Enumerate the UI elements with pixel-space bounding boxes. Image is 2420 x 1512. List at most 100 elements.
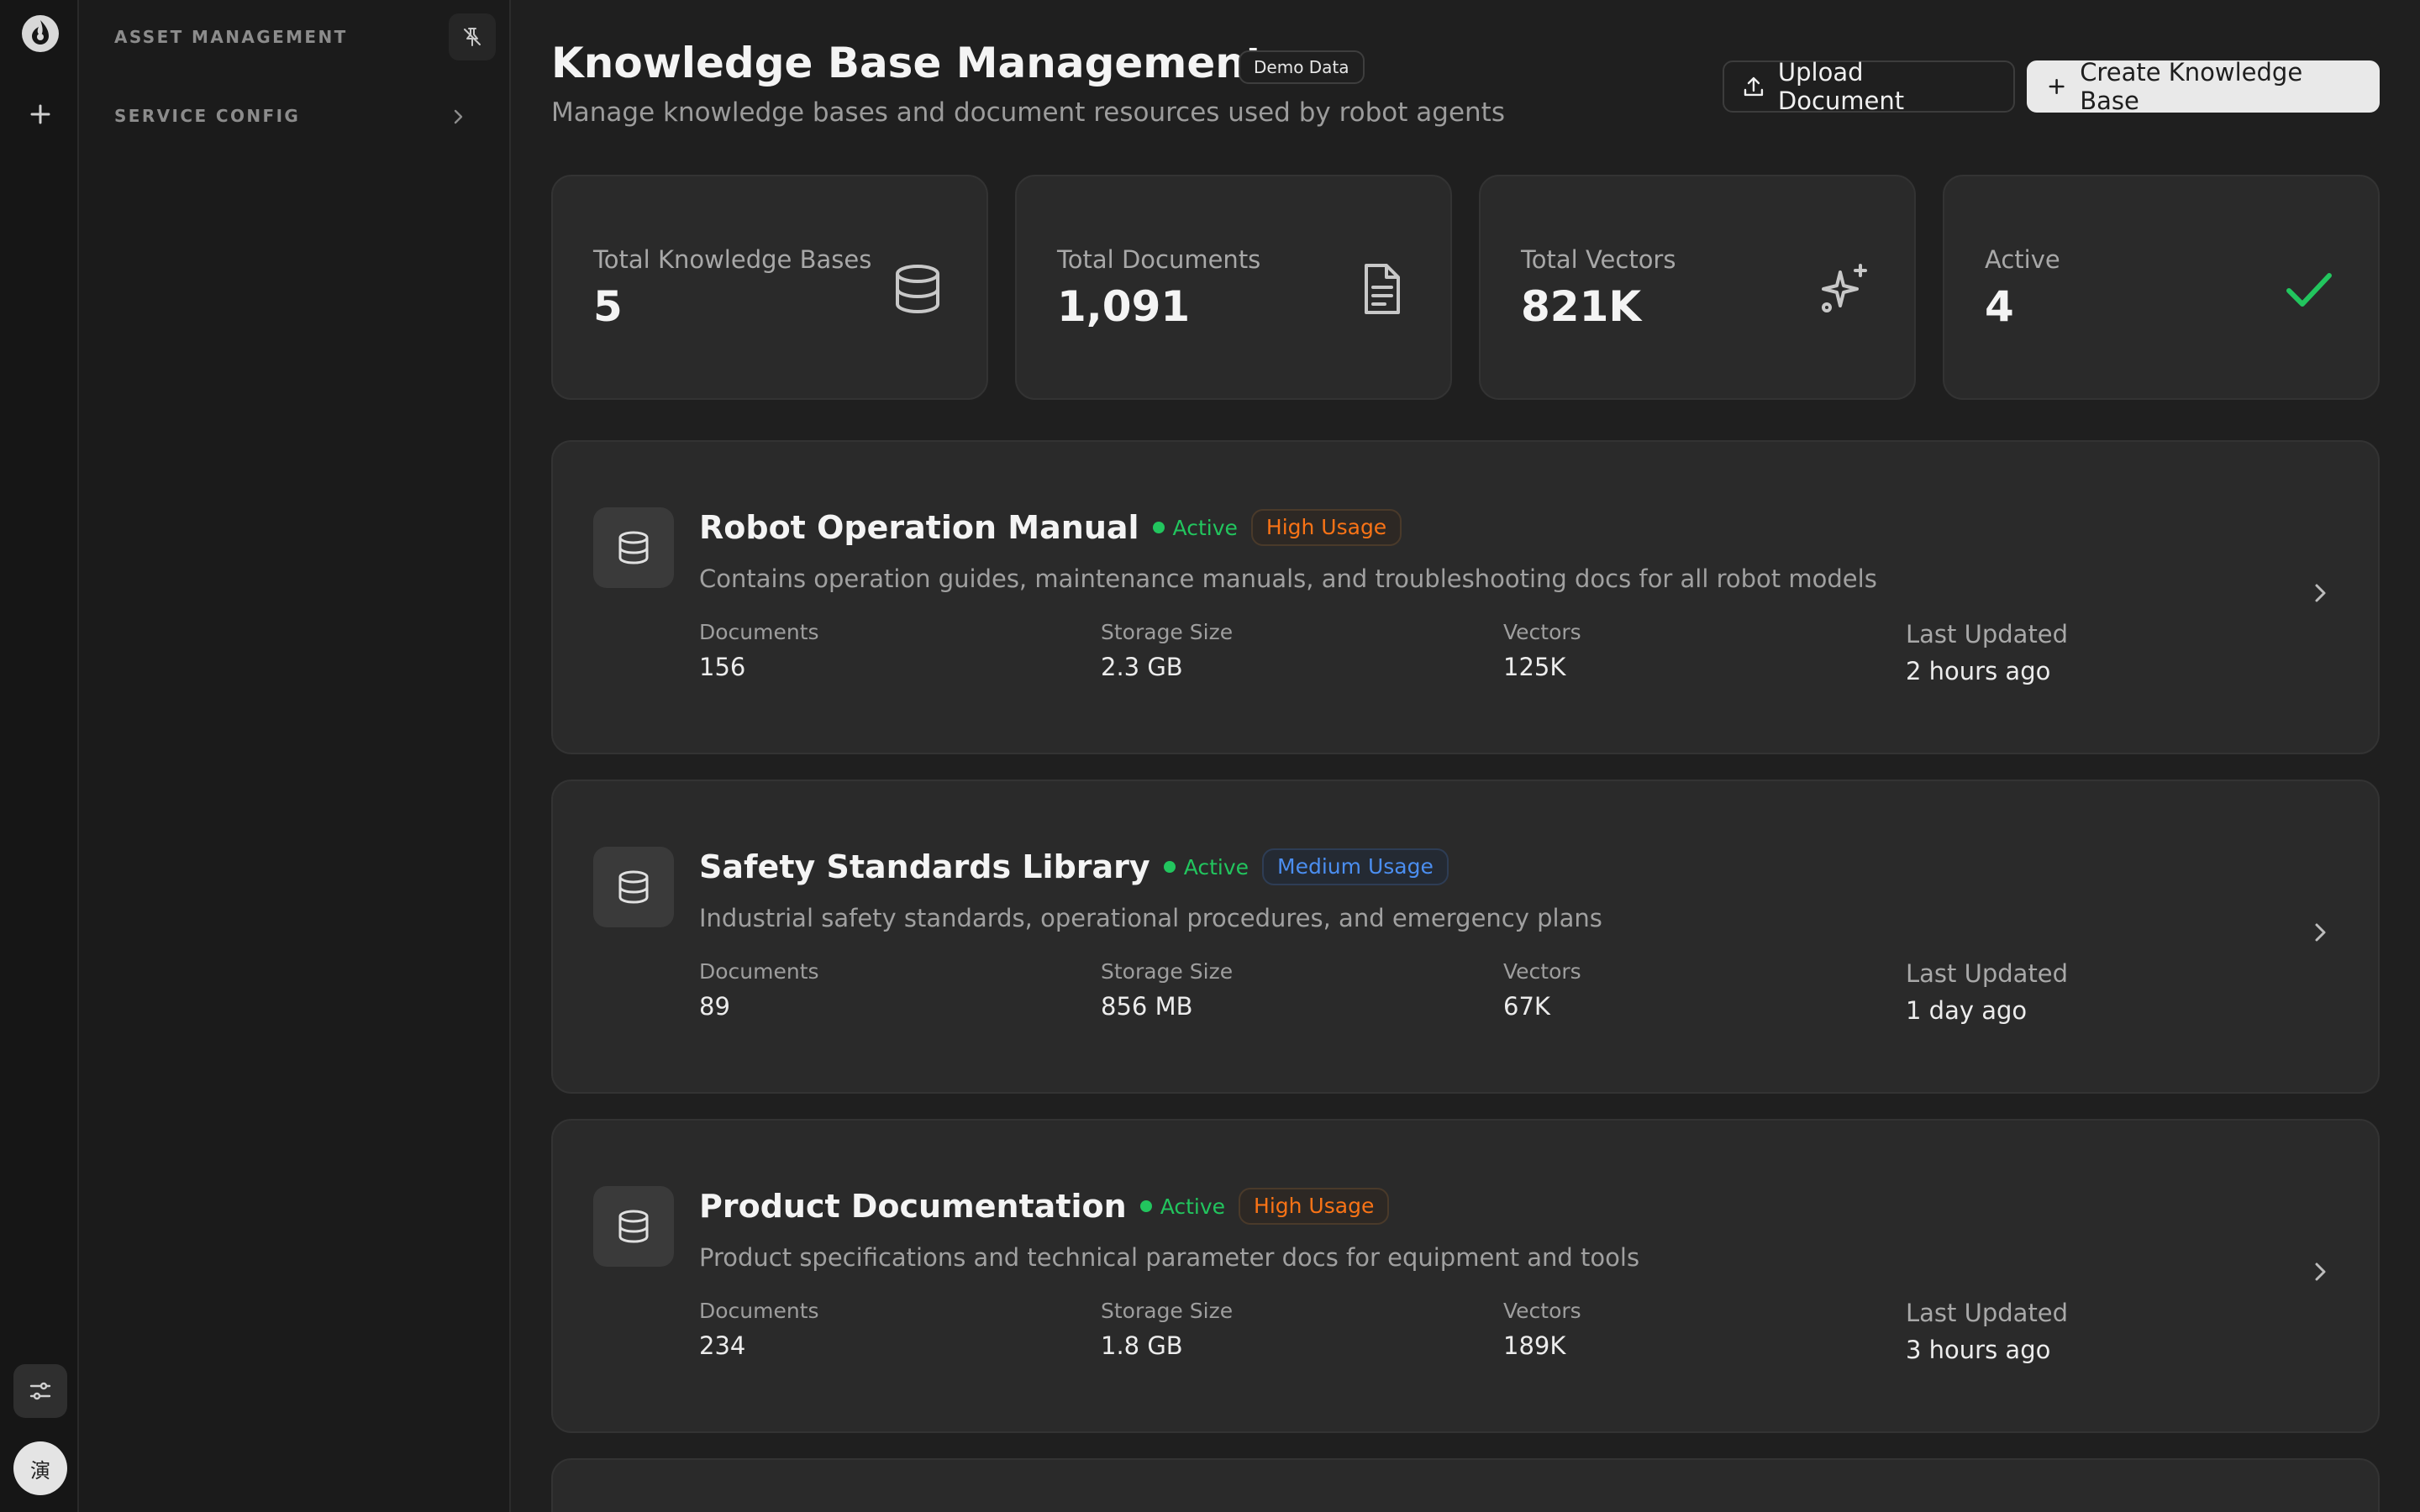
settings-sliders-button[interactable] xyxy=(13,1364,67,1418)
meta-label: Vectors xyxy=(1503,959,1581,984)
usage-badge: Medium Usage xyxy=(1262,848,1449,885)
chevron-right-icon[interactable] xyxy=(2311,917,2331,948)
meta-last-updated: Last Updated 3 hours ago xyxy=(1906,1299,2068,1364)
meta-label: Storage Size xyxy=(1101,1299,1234,1323)
app-root: 演 ASSET MANAGEMENT SERVICE CONFIG Knowle… xyxy=(0,0,2420,1512)
main-content: Knowledge Base Management Demo Data Mana… xyxy=(511,0,2420,1512)
unpin-sidebar-button[interactable] xyxy=(449,13,496,60)
status-badge: Active xyxy=(1163,855,1249,879)
user-avatar[interactable]: 演 xyxy=(13,1441,67,1495)
create-knowledge-base-button[interactable]: Create Knowledge Base xyxy=(2027,58,2380,115)
status-dot-icon xyxy=(1139,1200,1152,1212)
chevron-right-icon[interactable] xyxy=(449,104,469,129)
status-dot-icon xyxy=(1163,861,1176,873)
meta-label: Vectors xyxy=(1503,620,1581,644)
chevron-right-icon[interactable] xyxy=(2311,1257,2331,1287)
demo-data-badge: Demo Data xyxy=(1239,50,1365,84)
create-knowledge-base-label: Create Knowledge Base xyxy=(2080,58,2303,115)
icon-rail: 演 xyxy=(0,0,79,1512)
meta-label: Documents xyxy=(699,1299,819,1323)
knowledge-base-card[interactable] xyxy=(551,1458,2380,1512)
database-icon xyxy=(593,847,674,927)
meta-storage: Storage Size 1.8 GB xyxy=(1101,1299,1233,1360)
stat-value: 821K xyxy=(1521,282,1642,331)
knowledge-base-card[interactable]: Robot Operation Manual Active High Usage… xyxy=(551,440,2380,754)
upload-document-button[interactable]: Upload Document xyxy=(1723,58,2015,115)
meta-value: 1.8 GB xyxy=(1101,1331,1183,1360)
status-text: Active xyxy=(1160,1194,1226,1219)
stat-label: Total Documents xyxy=(1057,245,1261,274)
check-icon xyxy=(2281,260,2338,318)
meta-value: 189K xyxy=(1503,1331,1566,1360)
meta-value: 67K xyxy=(1503,992,1550,1021)
meta-vectors: Vectors 189K xyxy=(1503,1299,1581,1360)
nav-section-asset-management[interactable]: ASSET MANAGEMENT xyxy=(114,27,348,47)
meta-last-updated: Last Updated 1 day ago xyxy=(1906,959,2068,1025)
knowledge-base-description: Product specifications and technical par… xyxy=(699,1243,1640,1272)
meta-storage: Storage Size 856 MB xyxy=(1101,959,1233,1021)
meta-label: Documents xyxy=(699,959,819,984)
meta-documents: Documents 89 xyxy=(699,959,819,1021)
upload-document-label: Upload Document xyxy=(1777,58,1905,115)
meta-value: 234 xyxy=(699,1331,746,1360)
status-badge: Active xyxy=(1152,515,1238,540)
knowledge-base-name: Robot Operation Manual xyxy=(699,509,1139,546)
page-subtitle: Manage knowledge bases and document reso… xyxy=(551,97,1505,128)
meta-documents: Documents 234 xyxy=(699,1299,819,1360)
nav-section-service-config[interactable]: SERVICE CONFIG xyxy=(114,106,300,126)
plus-icon xyxy=(2049,78,2065,95)
stat-value: 5 xyxy=(593,282,623,331)
meta-value: 125K xyxy=(1503,653,1566,681)
meta-label: Last Updated xyxy=(1906,620,2069,648)
stat-card-total-knowledge-bases: Total Knowledge Bases 5 xyxy=(551,175,988,400)
meta-storage: Storage Size 2.3 GB xyxy=(1101,620,1233,681)
meta-value: 156 xyxy=(699,653,746,681)
stat-value: 1,091 xyxy=(1057,282,1191,331)
meta-last-updated: Last Updated 2 hours ago xyxy=(1906,620,2068,685)
status-badge: Active xyxy=(1139,1194,1226,1219)
usage-badge: High Usage xyxy=(1250,509,1402,546)
meta-value: 2 hours ago xyxy=(1906,657,2051,685)
card-header: Product Documentation Active High Usage xyxy=(699,1188,1390,1225)
navigation-panel: ASSET MANAGEMENT SERVICE CONFIG xyxy=(79,0,511,1512)
knowledge-base-card[interactable]: Product Documentation Active High Usage … xyxy=(551,1119,2380,1433)
stat-card-total-vectors: Total Vectors 821K xyxy=(1479,175,1916,400)
page-title: Knowledge Base Management xyxy=(551,39,1265,87)
stat-card-total-documents: Total Documents 1,091 xyxy=(1015,175,1452,400)
stat-label: Total Knowledge Bases xyxy=(593,245,872,274)
database-icon xyxy=(593,507,674,588)
usage-badge: High Usage xyxy=(1239,1188,1390,1225)
card-header: Robot Operation Manual Active High Usage xyxy=(699,509,1402,546)
stat-card-active: Active 4 xyxy=(1943,175,2380,400)
knowledge-base-card[interactable]: Safety Standards Library Active Medium U… xyxy=(551,780,2380,1094)
upload-icon xyxy=(1744,76,1764,97)
stat-label: Active xyxy=(1985,245,2060,274)
meta-value: 2.3 GB xyxy=(1101,653,1183,681)
meta-label: Documents xyxy=(699,620,819,644)
card-header: Safety Standards Library Active Medium U… xyxy=(699,848,1449,885)
chevron-right-icon[interactable] xyxy=(2311,578,2331,608)
knowledge-base-description: Contains operation guides, maintenance m… xyxy=(699,564,1877,593)
meta-label: Last Updated xyxy=(1906,1299,2069,1327)
sliders-icon xyxy=(29,1382,51,1400)
stat-label: Total Vectors xyxy=(1521,245,1676,274)
new-item-plus-icon[interactable] xyxy=(24,97,57,131)
stat-value: 4 xyxy=(1985,282,2014,331)
knowledge-base-description: Industrial safety standards, operational… xyxy=(699,904,1602,932)
meta-value: 856 MB xyxy=(1101,992,1193,1021)
meta-value: 89 xyxy=(699,992,730,1021)
status-dot-icon xyxy=(1152,522,1165,533)
meta-value: 1 day ago xyxy=(1906,996,2028,1025)
meta-label: Vectors xyxy=(1503,1299,1581,1323)
knowledge-base-name: Product Documentation xyxy=(699,1188,1127,1225)
app-logo-icon[interactable] xyxy=(20,13,60,54)
meta-label: Last Updated xyxy=(1906,959,2069,988)
meta-vectors: Vectors 125K xyxy=(1503,620,1581,681)
sparkles-icon xyxy=(1817,260,1874,318)
document-icon xyxy=(1353,260,1410,318)
meta-documents: Documents 156 xyxy=(699,620,819,681)
knowledge-base-name: Safety Standards Library xyxy=(699,848,1150,885)
meta-value: 3 hours ago xyxy=(1906,1336,2051,1364)
pin-off-icon xyxy=(464,28,481,46)
status-text: Active xyxy=(1172,515,1238,540)
